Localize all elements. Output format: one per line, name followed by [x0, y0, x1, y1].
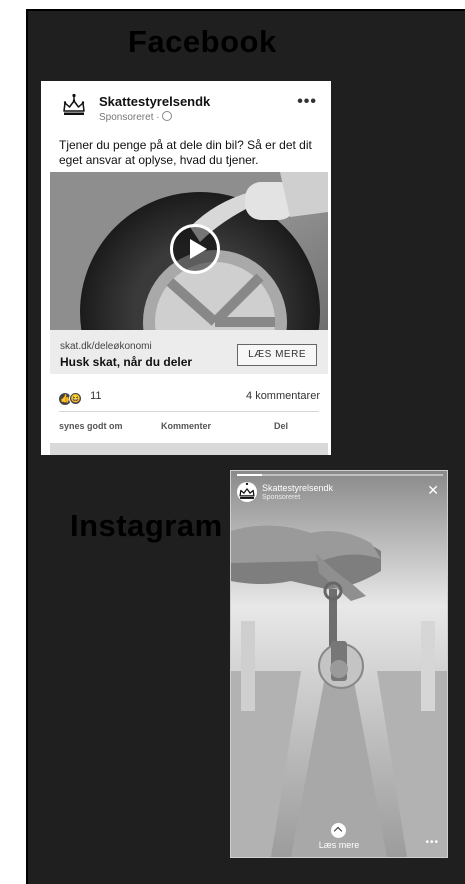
haha-reaction-icon: 😆	[69, 392, 82, 405]
reactions-summary[interactable]: 👍😆 11	[59, 390, 101, 405]
crown-logo-icon	[63, 93, 85, 115]
swipe-up-icon[interactable]	[331, 823, 346, 838]
comment-count[interactable]: 4 kommentarer	[246, 390, 320, 402]
like-button[interactable]: synes godt om	[59, 421, 123, 431]
learn-more-button[interactable]: LÆS MERE	[237, 344, 317, 366]
link-headline: Husk skat, når du deler	[60, 355, 193, 369]
account-name[interactable]: Skattestyrelsendk	[262, 483, 333, 493]
globe-icon	[161, 111, 172, 121]
close-icon[interactable]: ✕	[427, 482, 439, 499]
crown-logo-icon	[239, 482, 255, 499]
story-progress-fill	[237, 474, 262, 476]
instagram-title: Instagram	[70, 508, 223, 543]
instagram-story[interactable]: Skattestyrelsendk Sponsoreret ✕ Læs mere…	[230, 470, 448, 858]
play-triangle	[190, 239, 207, 259]
action-bar: synes godt om Kommenter Del	[41, 421, 331, 439]
sponsored-text: Sponsoreret ·	[99, 112, 160, 123]
account-avatar[interactable]	[237, 482, 257, 502]
screen: Facebook Skattestyrelsendk Sponsoreret ·…	[0, 0, 465, 884]
sponsored-label: Sponsoreret ·	[99, 111, 172, 123]
page-name[interactable]: Skattestyrelsendk	[99, 94, 210, 109]
comment-button[interactable]: Kommenter	[161, 421, 211, 431]
facebook-ad-header: Skattestyrelsendk Sponsoreret · •••	[41, 81, 331, 131]
link-preview-bar[interactable]: skat.dk/deleøkonomi Husk skat, når du de…	[50, 330, 328, 374]
learn-more-link[interactable]: Læs mere	[231, 840, 447, 850]
ad-body-text: Tjener du penge på at dele din bil? Så e…	[59, 138, 312, 167]
more-dots-icon[interactable]: •••	[297, 93, 317, 111]
sponsored-label: Sponsoreret	[262, 494, 301, 501]
share-button[interactable]: Del	[274, 421, 288, 431]
facebook-title: Facebook	[128, 24, 277, 59]
story-progress-bar	[237, 474, 443, 476]
divider	[59, 411, 319, 412]
facebook-ad-card: Skattestyrelsendk Sponsoreret · ••• Tjen…	[41, 81, 331, 455]
hand-with-key-photo	[231, 471, 447, 857]
ad-video[interactable]	[50, 172, 328, 330]
play-icon[interactable]	[170, 224, 220, 274]
more-dots-icon[interactable]: •••	[425, 837, 439, 848]
reaction-count: 11	[90, 390, 102, 402]
card-footer-strip	[50, 443, 328, 455]
link-url: skat.dk/deleøkonomi	[60, 341, 152, 352]
